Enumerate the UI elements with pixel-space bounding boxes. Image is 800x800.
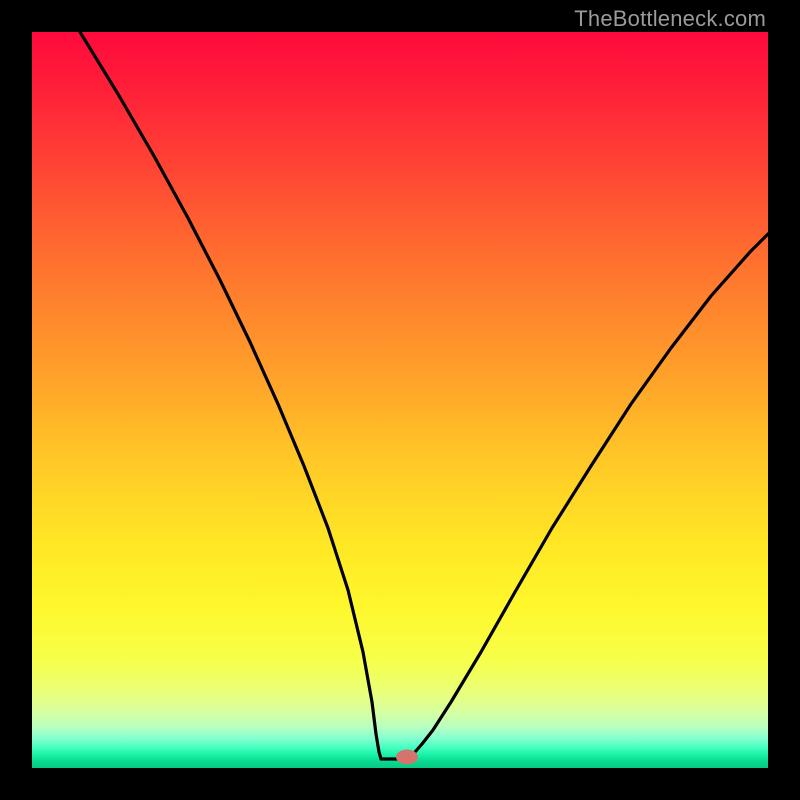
optimal-point-marker <box>396 750 418 765</box>
plot-area <box>32 32 768 768</box>
curve-svg <box>32 32 768 768</box>
chart-frame: TheBottleneck.com <box>0 0 800 800</box>
bottleneck-curve <box>80 32 768 759</box>
watermark-label: TheBottleneck.com <box>574 6 766 32</box>
